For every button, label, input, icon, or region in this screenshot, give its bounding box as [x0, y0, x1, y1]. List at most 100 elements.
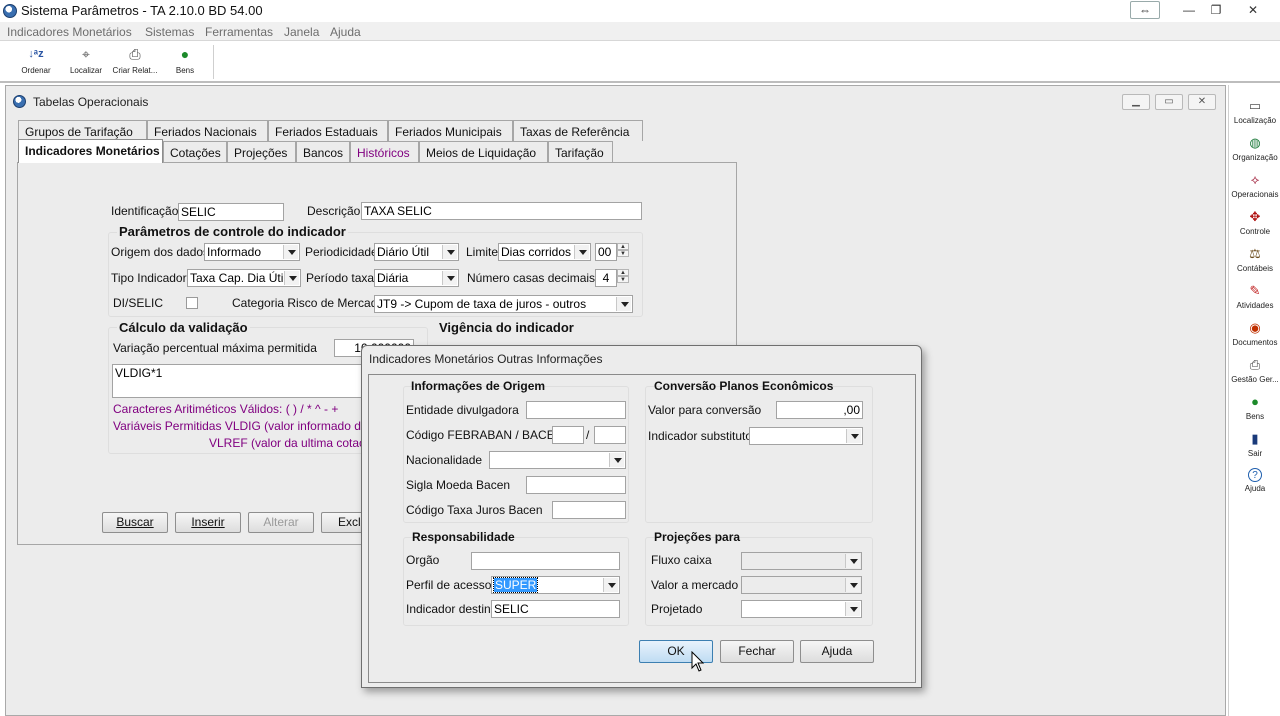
indicador-substituto-label: Indicador substituto	[648, 429, 753, 443]
spin-up-icon[interactable]: ▲	[617, 243, 629, 250]
spin-up-icon[interactable]: ▲	[617, 269, 629, 276]
chevron-down-icon	[845, 602, 860, 616]
chevron-down-icon	[442, 271, 457, 285]
app-icon	[3, 4, 17, 18]
casas-decimais-field[interactable]: 4	[595, 269, 617, 287]
menu-ajuda[interactable]: Ajuda	[330, 25, 361, 39]
toolbar-localizar-label: Localizar	[69, 66, 102, 75]
sidebar-item-operacionais[interactable]: ⟡ Operacionais	[1229, 172, 1280, 199]
child-window-title: Tabelas Operacionais	[33, 95, 149, 109]
sigla-label: Sigla Moeda Bacen	[406, 478, 511, 492]
sigla-field[interactable]	[526, 476, 626, 494]
spin-down-icon[interactable]: ▼	[617, 276, 629, 283]
valor-conversao-field[interactable]: ,00	[776, 401, 863, 419]
minimize-button[interactable]: —	[1178, 1, 1200, 19]
indicador-substituto-dropdown[interactable]	[749, 427, 863, 445]
sidebar-item-documentos[interactable]: ◉ Documentos	[1229, 320, 1280, 347]
variacao-label: Variação percentual máxima permitida	[113, 341, 317, 355]
resize-arrows-button[interactable]: ⇔	[1130, 1, 1160, 19]
identificacao-field[interactable]: SELIC	[178, 203, 284, 221]
toolbar-bens-label: Bens	[175, 66, 195, 75]
alterar-button[interactable]: Alterar	[248, 512, 314, 533]
perfil-acesso-dropdown[interactable]: SUPER	[491, 576, 620, 594]
mouse-cursor-icon	[691, 651, 705, 672]
menu-sistemas[interactable]: Sistemas	[145, 25, 194, 39]
origem-dropdown[interactable]: Informado	[204, 243, 300, 261]
sidebar-item-organizacao[interactable]: ◍ Organização	[1229, 135, 1280, 162]
exit-door-icon: ▮	[1251, 431, 1259, 446]
maximize-button[interactable]: ❐	[1205, 1, 1227, 19]
tab-feriados-nacionais[interactable]: Feriados Nacionais	[147, 120, 268, 141]
buscar-button[interactable]: Buscar	[102, 512, 168, 533]
origem-title: Informações de Origem	[411, 379, 546, 393]
nacionalidade-dropdown[interactable]	[489, 451, 626, 469]
variaveis-permitidas-text: Variáveis Permitidas VLDIG (valor inform…	[113, 419, 363, 433]
orgao-field[interactable]	[471, 552, 620, 570]
menu-indicadores[interactable]: Indicadores Monetários	[7, 25, 132, 39]
periodo-taxa-label: Período taxa	[306, 271, 375, 285]
menu-ferramentas[interactable]: Ferramentas	[205, 25, 273, 39]
limite-dropdown[interactable]: Dias corridos	[498, 243, 591, 261]
tab-indicadores-monetarios[interactable]: Indicadores Monetários	[18, 139, 163, 163]
sidebar-item-ajuda[interactable]: ? Ajuda	[1229, 468, 1280, 493]
close-button[interactable]: ✕	[1240, 1, 1266, 19]
child-maximize-button[interactable]: ▭	[1155, 94, 1183, 110]
app-title: Sistema Parâmetros - TA 2.10.0 BD 54.00	[21, 3, 263, 18]
periodo-taxa-dropdown[interactable]: Diária	[374, 269, 459, 287]
responsabilidade-title: Responsabilidade	[412, 530, 515, 544]
fluxo-caixa-dropdown[interactable]	[741, 552, 862, 570]
tab-grupos-tarifacao[interactable]: Grupos de Tarifação	[18, 120, 147, 141]
toolbar-ordenar-button[interactable]: ↓ᵃz Ordenar	[17, 45, 55, 81]
ajuda-button[interactable]: Ajuda	[800, 640, 874, 663]
projetado-dropdown[interactable]	[741, 600, 862, 618]
formula-field[interactable]: VLDIG*1	[112, 364, 367, 398]
tab-meios-liquidacao[interactable]: Meios de Liquidação	[419, 141, 548, 162]
toolbar-bens-button[interactable]: ● Bens	[168, 45, 202, 81]
child-minimize-button[interactable]: ▁	[1122, 94, 1150, 110]
limite-spinner[interactable]: ▲ ▼	[617, 243, 631, 259]
menu-janela[interactable]: Janela	[284, 25, 319, 39]
descricao-field[interactable]: TAXA SELIC	[361, 202, 642, 220]
sidebar-item-sair[interactable]: ▮ Sair	[1229, 431, 1280, 458]
codtaxa-field[interactable]	[552, 501, 626, 519]
febraban-field-2[interactable]	[594, 426, 626, 444]
diselic-checkbox[interactable]	[186, 297, 198, 309]
casas-decimais-spinner[interactable]: ▲ ▼	[617, 269, 631, 285]
periodicidade-dropdown[interactable]: Diário Útil	[374, 243, 459, 261]
calculo-title: Cálculo da validação	[117, 320, 250, 335]
toolbar-criar-relatorio-button[interactable]: ⎙ Criar Relat...	[111, 45, 159, 81]
tab-cotacoes[interactable]: Cotações	[163, 141, 227, 162]
toolbar-ordenar-label: Ordenar	[21, 66, 51, 75]
child-close-button[interactable]: ✕	[1188, 94, 1216, 110]
sidebar-item-controle[interactable]: ✥ Controle	[1229, 209, 1280, 236]
valor-mercado-dropdown[interactable]	[741, 576, 862, 594]
febraban-field-1[interactable]	[552, 426, 584, 444]
sidebar-item-contabeis[interactable]: ⚖ Contábeis	[1229, 246, 1280, 273]
tab-taxas-referencia[interactable]: Taxas de Referência	[513, 120, 643, 141]
sidebar-item-gestao[interactable]: ⎙ Gestão Ger...	[1229, 357, 1280, 384]
tipo-indicador-dropdown[interactable]: Taxa Cap. Dia Útil	[187, 269, 301, 287]
perfil-acesso-label: Perfil de acesso	[406, 578, 492, 592]
limite-value: Dias corridos	[501, 245, 572, 259]
tab-feriados-estaduais[interactable]: Feriados Estaduais	[268, 120, 388, 141]
indicador-destino-field[interactable]: SELIC	[491, 600, 620, 618]
categoria-risco-dropdown[interactable]: JT9 -> Cupom de taxa de juros - outros	[374, 295, 633, 313]
tab-bancos[interactable]: Bancos	[296, 141, 350, 162]
inserir-button[interactable]: Inserir	[175, 512, 241, 533]
chevron-down-icon	[284, 271, 299, 285]
valor-conversao-label: Valor para conversão	[648, 403, 762, 417]
sidebar-item-localizacao[interactable]: ▭ Localização	[1229, 98, 1280, 125]
printer-icon: ⎙	[129, 46, 141, 62]
sidebar-item-atividades[interactable]: ✎ Atividades	[1229, 283, 1280, 310]
toolbar-localizar-button[interactable]: ⌖ Localizar	[66, 45, 106, 81]
spin-down-icon[interactable]: ▼	[617, 250, 629, 257]
limite-number-field[interactable]: 00	[595, 243, 617, 261]
fechar-button[interactable]: Fechar	[720, 640, 794, 663]
entidade-field[interactable]	[526, 401, 626, 419]
scale-icon: ⚖	[1249, 246, 1261, 261]
tab-feriados-municipais[interactable]: Feriados Municipais	[388, 120, 513, 141]
sidebar-item-bens[interactable]: ● Bens	[1229, 394, 1280, 421]
tab-historicos[interactable]: Históricos	[350, 141, 419, 162]
tab-projecoes[interactable]: Projeções	[227, 141, 296, 162]
tab-tarifacao[interactable]: Tarifação	[548, 141, 613, 162]
